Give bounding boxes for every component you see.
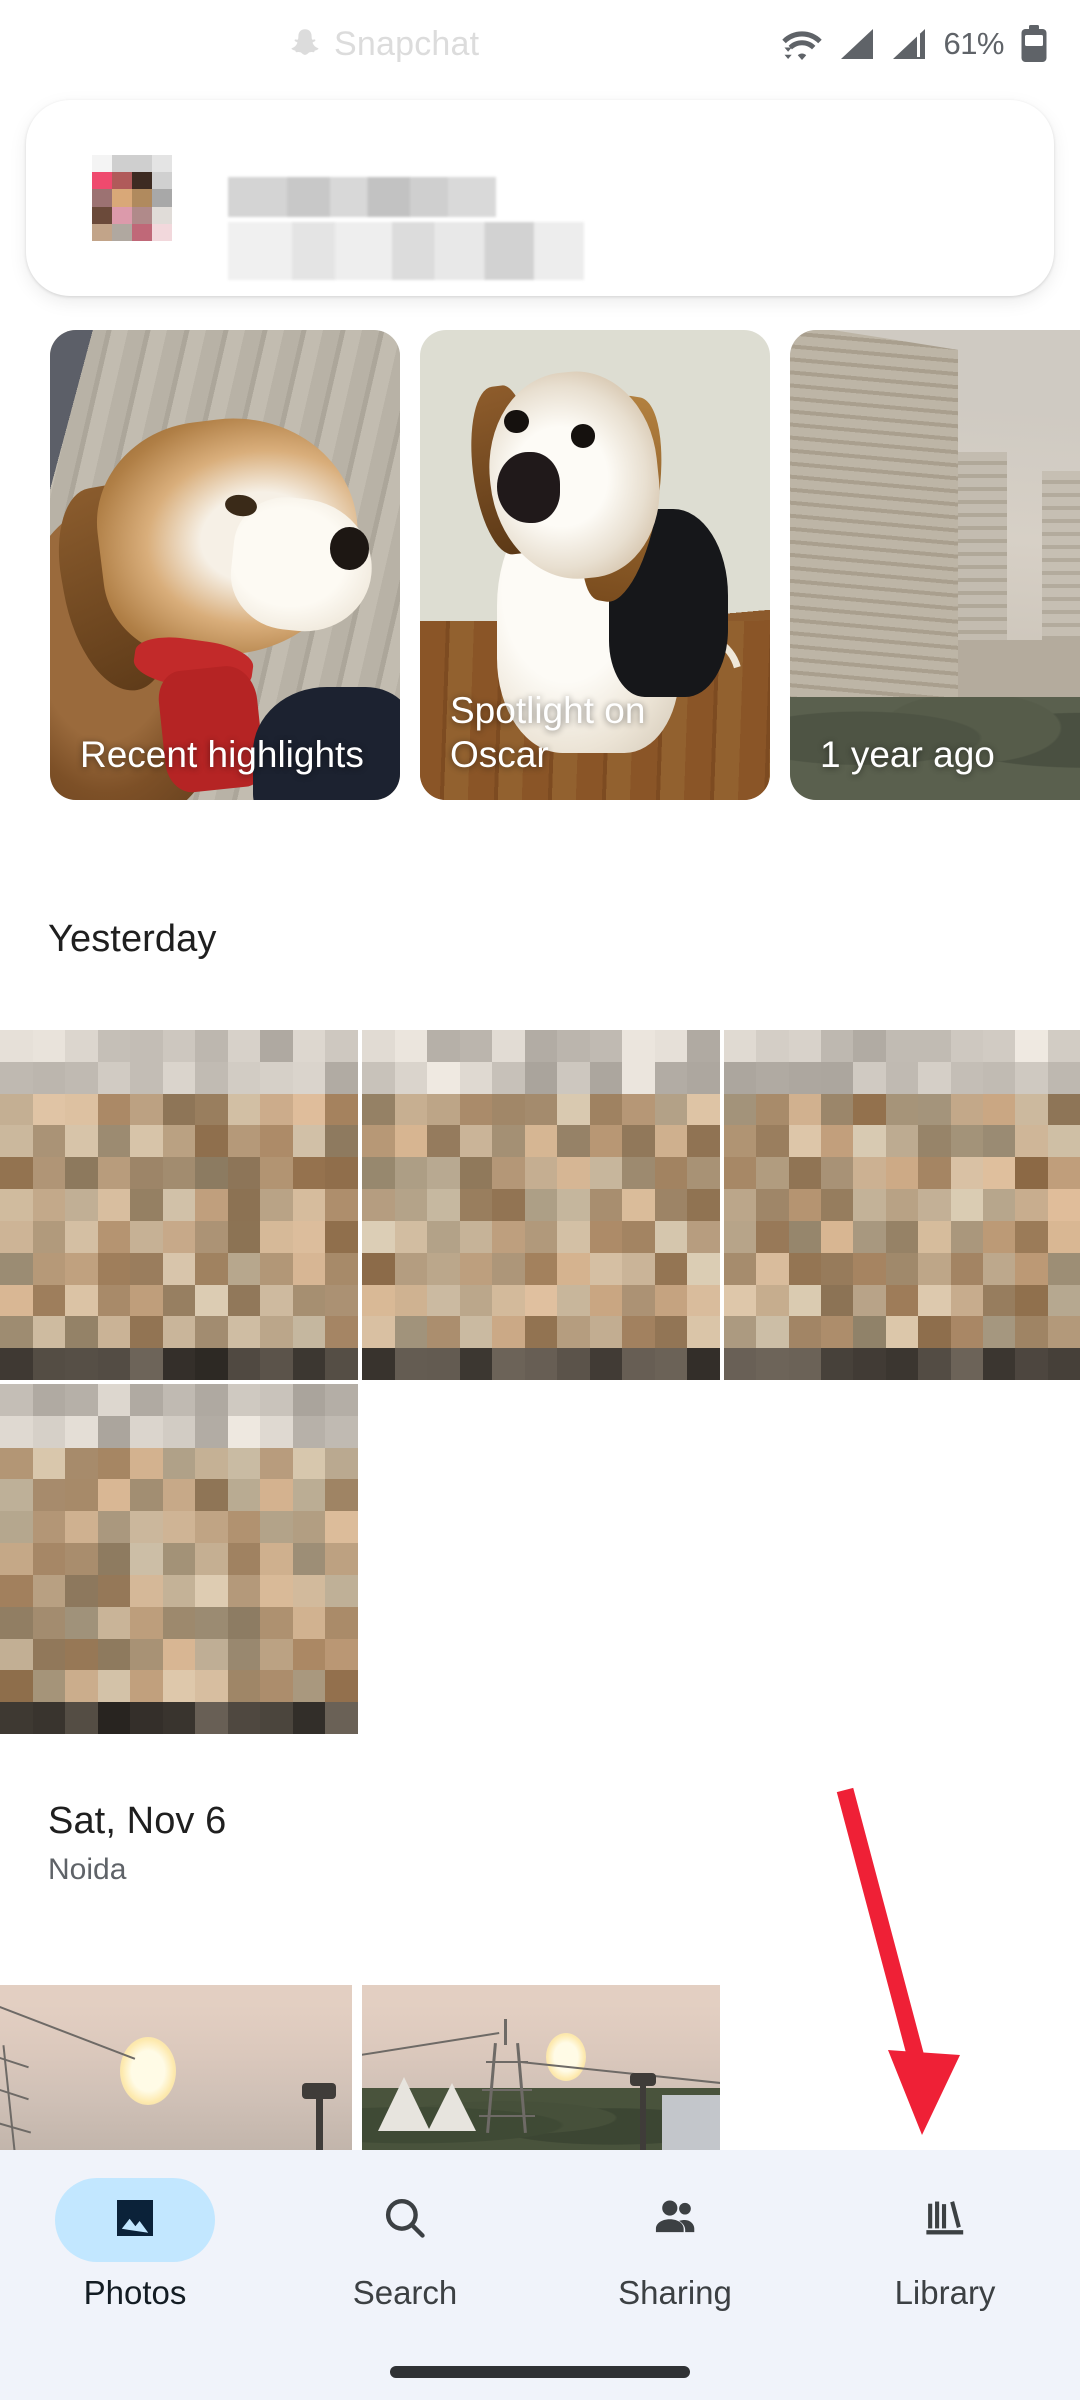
redacted-photo-pixels: [362, 1030, 720, 1380]
home-gesture-bar[interactable]: [390, 2366, 690, 2378]
nav-tab-label: Sharing: [618, 2274, 732, 2311]
notification-card[interactable]: [26, 100, 1054, 296]
notification-title-redacted: [228, 177, 496, 217]
nav-tab-photos[interactable]: Photos: [0, 2178, 270, 2312]
hazy-sun-with-power-lines-image: [0, 1985, 352, 2150]
cellular-signal-icon: [891, 28, 927, 60]
nav-tab-search[interactable]: Search: [270, 2178, 540, 2312]
nav-active-pill: [55, 2178, 215, 2262]
status-bar-left: Snapchat: [0, 25, 781, 64]
memory-card-recent-highlights[interactable]: Recent highlights: [50, 330, 400, 800]
snapchat-ghost-icon: [290, 27, 320, 61]
memory-card-1-year-ago[interactable]: 1 year ago: [790, 330, 1080, 800]
battery-percent-label: 61%: [943, 26, 1004, 61]
hazy-apartment-towers-image: [790, 330, 1080, 800]
bottom-navigation-bar[interactable]: Photos Search Sharing Library: [0, 2150, 1080, 2400]
nav-icon-wrap: [595, 2178, 755, 2262]
battery-icon: [1020, 25, 1048, 63]
avatar: [92, 155, 172, 241]
nav-tab-label: Search: [352, 2274, 458, 2311]
photo-thumbnail[interactable]: [362, 1030, 720, 1380]
beagle-on-wooden-deck-image: [50, 330, 400, 800]
search-icon: [380, 2193, 430, 2248]
photo-thumbnail[interactable]: [724, 1030, 1080, 1380]
section-header-yesterday: Yesterday: [48, 918, 217, 961]
wifi-icon: [781, 27, 823, 61]
notification-body-redacted: [228, 222, 584, 280]
redacted-photo-pixels: [0, 1384, 358, 1734]
photo-thumbnail[interactable]: [0, 1384, 358, 1734]
section-title: Yesterday: [48, 918, 217, 960]
nav-tab-sharing[interactable]: Sharing: [540, 2178, 810, 2312]
section-header-sat-nov-6: Sat, Nov 6 Noida: [48, 1800, 226, 1887]
redacted-photo-pixels: [724, 1030, 1080, 1380]
photo-thumbnail[interactable]: [0, 1030, 358, 1380]
memory-card-label: 1 year ago: [820, 733, 995, 775]
nav-icon-wrap: [865, 2178, 1025, 2262]
cellular-signal-icon: [839, 28, 875, 60]
photo-thumbnail[interactable]: [362, 1985, 720, 2150]
section-title: Sat, Nov 6: [48, 1800, 227, 1842]
nav-tab-library[interactable]: Library: [810, 2178, 1080, 2312]
status-notification-chip[interactable]: Snapchat: [290, 25, 781, 64]
memory-card-label: Spotlight on Oscar: [450, 690, 646, 775]
memory-card-label: Recent highlights: [80, 733, 364, 775]
redacted-photo-pixels: [0, 1030, 358, 1380]
people-icon: [649, 2192, 701, 2249]
status-bar-right: 61%: [781, 25, 1048, 63]
photo-thumbnail[interactable]: [0, 1985, 352, 2150]
status-bar: Snapchat 61%: [0, 0, 1080, 88]
library-icon: [919, 2192, 971, 2249]
nav-tab-label: Photos: [83, 2274, 187, 2311]
hazy-sun-with-pylon-and-temples-image: [362, 1985, 720, 2150]
nav-tab-label: Library: [894, 2274, 996, 2311]
nav-icon-wrap: [325, 2178, 485, 2262]
memory-card-spotlight-on-oscar[interactable]: Spotlight on Oscar: [420, 330, 770, 800]
section-subtitle: Noida: [48, 1853, 127, 1886]
memories-carousel[interactable]: Recent highlights Spotlight on Oscar 1 y…: [0, 330, 1080, 800]
photo-icon: [111, 2194, 159, 2247]
status-notification-app-name: Snapchat: [334, 24, 480, 63]
